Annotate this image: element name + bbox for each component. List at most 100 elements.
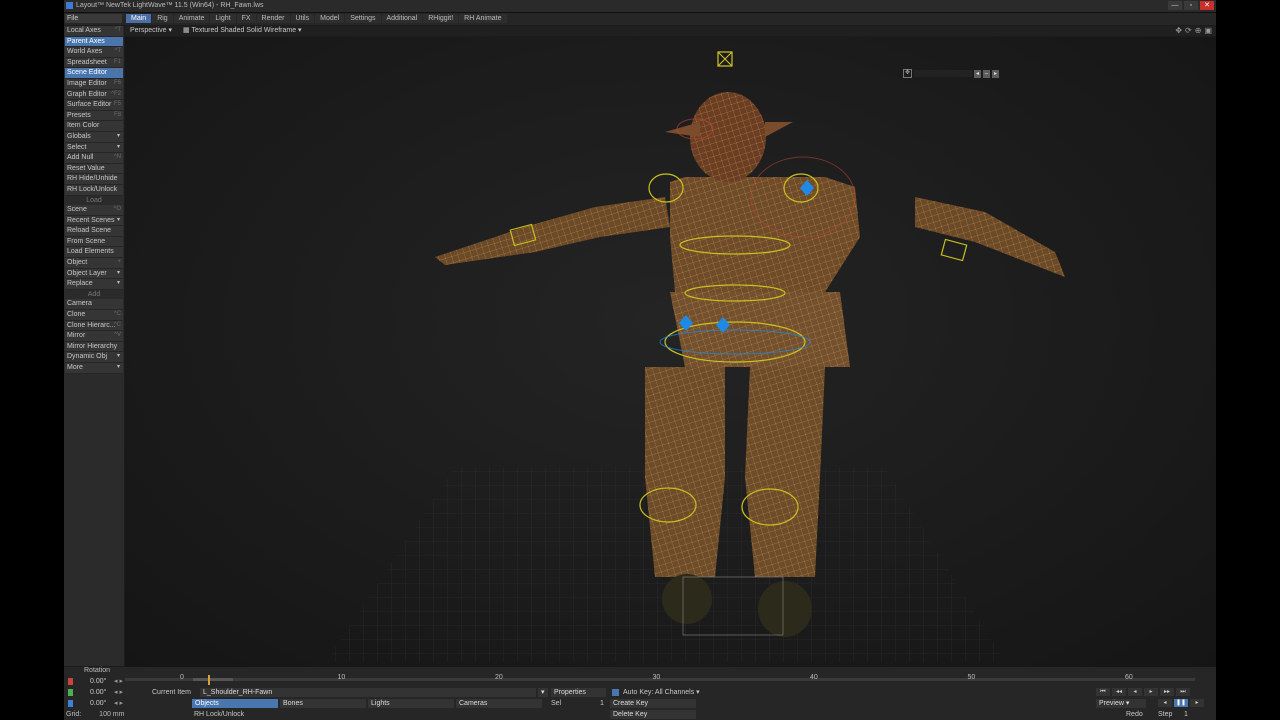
tab-fx[interactable]: FX xyxy=(236,14,256,23)
sidebar-item-recent-scenes[interactable]: Recent Scenes ▾ xyxy=(65,215,123,227)
rh-lock-button[interactable]: RH Lock/Unlock xyxy=(194,710,244,719)
step-forward-icon[interactable]: ▸ xyxy=(1190,699,1204,707)
redo-button[interactable]: Redo xyxy=(1126,710,1143,719)
sidebar-item-object-layer[interactable]: Object Layer ▾ xyxy=(65,268,123,280)
sidebar-item-replace[interactable]: Replace ▾ xyxy=(65,279,123,290)
3d-viewport[interactable]: ✥ ◂ ⇔ ▸ xyxy=(125,37,1216,667)
cameras-mode-button[interactable]: Cameras xyxy=(456,699,542,708)
sidebar-item-rh-hide-unhide[interactable]: RH Hide/Unhide xyxy=(65,174,123,185)
sidebar-item-clone-hierarc[interactable]: Clone Hierarc... ^C xyxy=(65,320,123,332)
zoom-view-icon[interactable]: ⊕ xyxy=(1195,26,1202,35)
frame-slider-handle[interactable] xyxy=(208,675,210,685)
channel-step-icon[interactable]: ◂ ▸ xyxy=(114,687,123,698)
tab-settings[interactable]: Settings xyxy=(345,14,381,23)
sidebar-item-from-scene[interactable]: From Scene xyxy=(65,236,123,248)
tab-animate[interactable]: Animate xyxy=(173,14,210,23)
sidebar-item-clone[interactable]: Clone ^C xyxy=(65,310,123,321)
axis-swatch[interactable] xyxy=(68,689,73,696)
sidebar-item-local-axes[interactable]: Local Axes ^T xyxy=(65,26,123,37)
sidebar-item-globals[interactable]: Globals ▾ xyxy=(65,131,123,143)
pan-handle-icon[interactable]: ✥ xyxy=(903,69,912,78)
sidebar-item-scene-editor[interactable]: Scene Editor ^F1 xyxy=(65,68,123,79)
move-view-icon[interactable]: ✥ xyxy=(1175,26,1182,35)
auto-key-checkbox[interactable] xyxy=(612,689,619,696)
tab-rh-animate[interactable]: RH Animate xyxy=(459,14,507,23)
sel-count: 1 xyxy=(600,700,604,707)
sidebar-item-graph-editor[interactable]: Graph Editor ^F2 xyxy=(65,89,123,101)
tab-rhiggit-[interactable]: RHiggit! xyxy=(423,14,459,23)
timeline-range[interactable] xyxy=(193,678,233,681)
sidebar-item-presets[interactable]: Presets F8 xyxy=(65,110,123,122)
file-menu[interactable]: File xyxy=(65,14,122,23)
current-item-menu-icon[interactable]: ▾ xyxy=(538,688,548,697)
minimize-button[interactable]: — xyxy=(1168,1,1182,10)
sidebar-item-parent-axes[interactable]: Parent Axes ^T xyxy=(65,36,123,48)
sidebar-item-load-elements[interactable]: Load Elements xyxy=(65,247,123,259)
tab-model[interactable]: Model xyxy=(315,14,345,23)
lights-mode-button[interactable]: Lights xyxy=(368,699,454,708)
sidebar-item-camera[interactable]: Camera xyxy=(65,299,123,311)
current-item-dropdown[interactable]: L_Shoulder_RH-Fawn xyxy=(200,688,536,697)
step-back-icon[interactable]: ◂ xyxy=(1158,699,1172,707)
tab-main[interactable]: Main xyxy=(126,14,152,23)
prev-icon[interactable]: ◂ xyxy=(974,69,981,78)
sidebar-item-world-axes[interactable]: World Axes ^T xyxy=(65,47,123,58)
tab-light[interactable]: Light xyxy=(210,14,236,23)
tab-utils[interactable]: Utils xyxy=(290,14,315,23)
step-value[interactable]: 1 xyxy=(1184,710,1188,719)
sidebar-item-label: Image Editor xyxy=(67,79,107,87)
objects-mode-button[interactable]: Objects xyxy=(192,699,278,708)
sidebar-item-reload-scene[interactable]: Reload Scene xyxy=(65,226,123,237)
sidebar-item-rh-lock-unlock[interactable]: RH Lock/Unlock xyxy=(65,184,123,196)
channel-value[interactable]: 0.00° xyxy=(90,687,106,698)
channel-row-p[interactable]: 0.00° ◂ ▸ xyxy=(66,687,124,698)
sidebar-item-image-editor[interactable]: Image Editor F6 xyxy=(65,78,123,90)
sidebar-item-reset-value[interactable]: Reset Value xyxy=(65,163,123,175)
create-key-button[interactable]: Create Key xyxy=(610,699,696,708)
swap-icon[interactable]: ⇔ xyxy=(983,69,990,78)
timeline[interactable]: 0 10 20 30 40 50 60 xyxy=(125,671,1195,687)
maximize-viewport-icon[interactable]: ▣ xyxy=(1204,26,1212,35)
channel-value[interactable]: 0.00° xyxy=(90,676,106,687)
go-end-icon[interactable]: ⏭ xyxy=(1176,688,1190,696)
play-back-icon[interactable]: ◂ xyxy=(1128,688,1142,696)
channel-step-icon[interactable]: ◂ ▸ xyxy=(114,676,123,687)
render-mode-dropdown[interactable]: ▦ Textured Shaded Solid Wireframe ▾ xyxy=(180,26,305,35)
sidebar-item-more[interactable]: More ▾ xyxy=(65,363,123,374)
tab-rig[interactable]: Rig xyxy=(152,14,173,23)
sidebar-item-select[interactable]: Select ▾ xyxy=(65,142,123,154)
pause-icon[interactable]: ❚❚ xyxy=(1174,699,1188,707)
go-start-icon[interactable]: ⏮ xyxy=(1096,688,1110,696)
sidebar-item-add-null[interactable]: Add Null ^N xyxy=(65,153,123,164)
maximize-button[interactable]: ▫ xyxy=(1184,1,1198,10)
prev-key-icon[interactable]: ◂◂ xyxy=(1112,688,1126,696)
sidebar-item-mirror-hierarchy[interactable]: Mirror Hierarchy xyxy=(65,341,123,353)
sidebar-item-surface-editor[interactable]: Surface Editor F5 xyxy=(65,100,123,111)
sidebar-item-mirror[interactable]: Mirror ^V xyxy=(65,331,123,342)
rotate-view-icon[interactable]: ⟳ xyxy=(1185,26,1192,35)
sidebar-item-dynamic-obj[interactable]: Dynamic Obj ▾ xyxy=(65,352,123,363)
tab-render[interactable]: Render xyxy=(256,14,290,23)
axis-swatch[interactable] xyxy=(68,678,73,685)
auto-key-dropdown[interactable]: Auto Key: All Channels ▾ xyxy=(623,688,700,697)
sidebar-item-spreadsheet[interactable]: Spreadsheet F1 xyxy=(65,57,123,69)
channel-row-b[interactable]: 0.00° ◂ ▸ xyxy=(66,698,124,709)
close-button[interactable]: ✕ xyxy=(1200,1,1214,10)
viewport-field[interactable] xyxy=(914,70,972,77)
channel-step-icon[interactable]: ◂ ▸ xyxy=(114,698,123,709)
preview-dropdown[interactable]: Preview ▾ xyxy=(1096,699,1146,708)
bones-mode-button[interactable]: Bones xyxy=(280,699,366,708)
view-type-dropdown[interactable]: Perspective ▾ xyxy=(127,26,175,35)
channel-row-h[interactable]: 0.00° ◂ ▸ xyxy=(66,676,124,687)
sidebar-item-scene[interactable]: Scene ^O xyxy=(65,205,123,216)
properties-button[interactable]: Properties xyxy=(551,688,606,697)
tab-additional[interactable]: Additional xyxy=(381,14,423,23)
sidebar-item-object[interactable]: Object + xyxy=(65,258,123,269)
next-key-icon[interactable]: ▸▸ xyxy=(1160,688,1174,696)
next-icon[interactable]: ▸ xyxy=(992,69,999,78)
sidebar-item-item-color[interactable]: Item Color xyxy=(65,121,123,132)
delete-key-button[interactable]: Delete Key xyxy=(610,710,696,719)
channel-value[interactable]: 0.00° xyxy=(90,698,106,709)
axis-swatch[interactable] xyxy=(68,700,73,707)
play-icon[interactable]: ▸ xyxy=(1144,688,1158,696)
